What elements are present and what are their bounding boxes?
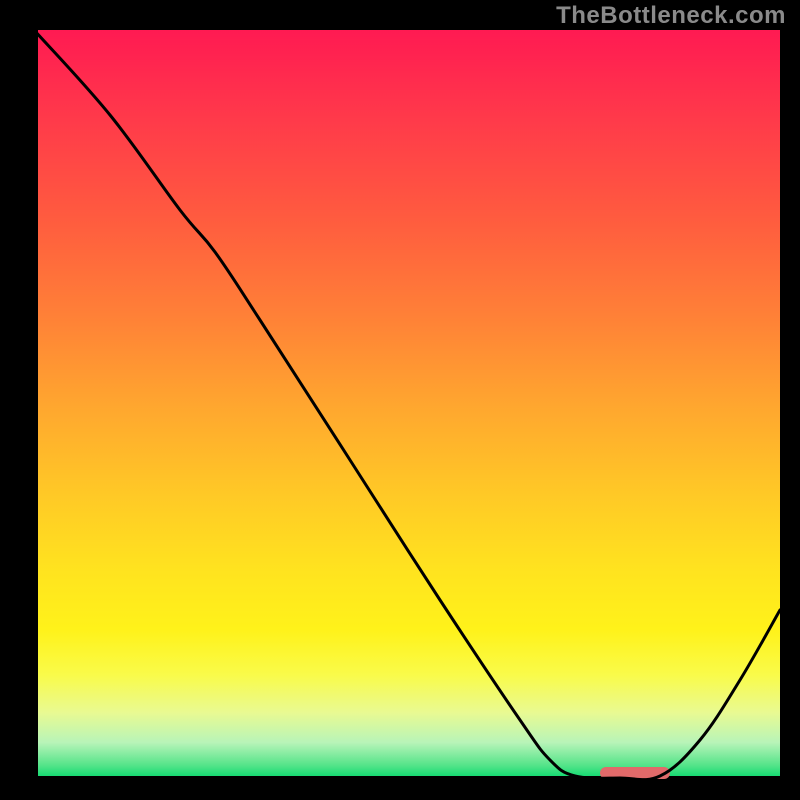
watermark-text: TheBottleneck.com	[556, 2, 786, 30]
bottleneck-chart: TheBottleneck.com	[0, 0, 800, 800]
chart-gradient-bg	[34, 30, 780, 780]
chart-svg	[0, 0, 800, 800]
